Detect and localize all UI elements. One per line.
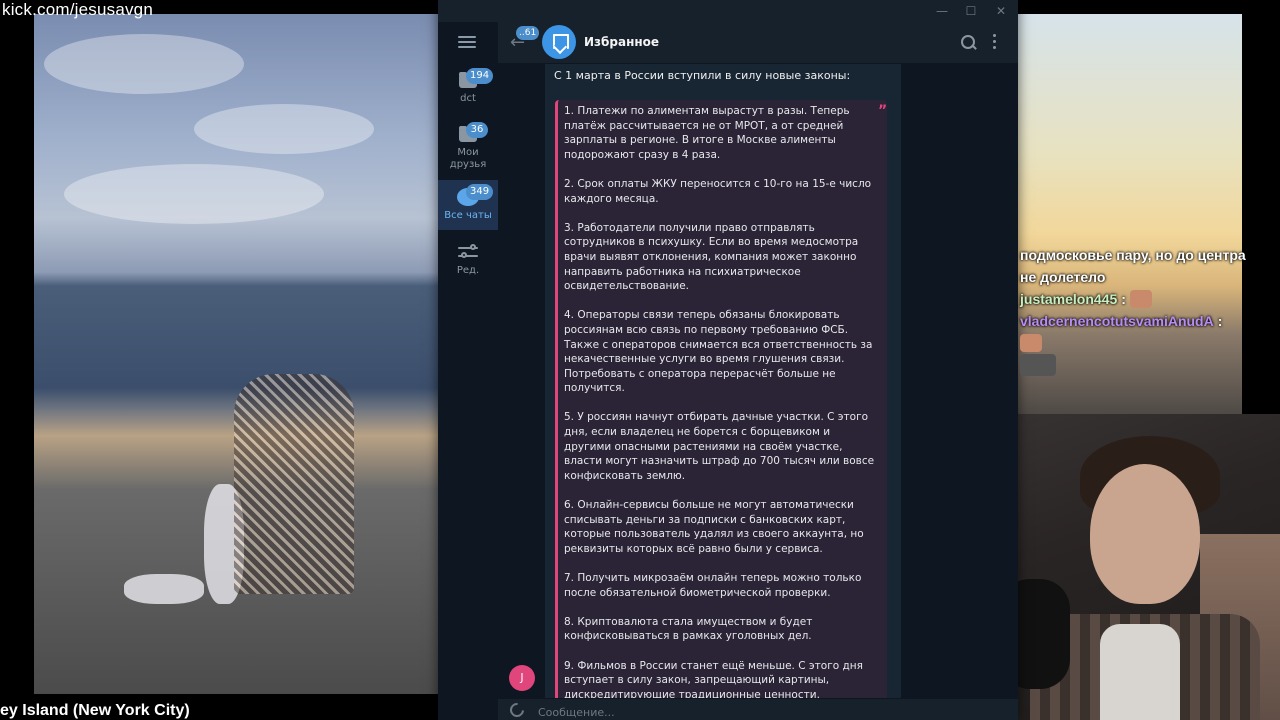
message-text: С 1 марта в России вступили в силу новые… (554, 69, 851, 82)
folder-all-chats[interactable]: 349 Все чаты (438, 180, 498, 230)
quote-icon: ” (878, 103, 888, 119)
minimize-button[interactable]: — (934, 3, 950, 19)
law-item: 4. Операторы связи теперь обязаны блокир… (564, 309, 873, 395)
message-bubble[interactable]: С 1 марта в России вступили в силу новые… (545, 64, 901, 698)
quote-text: 1. Платежи по алиментам вырастут в разы.… (564, 104, 876, 698)
law-item: 1. Платежи по алиментам вырастут в разы.… (564, 105, 850, 161)
folder-label: Все чаты (444, 210, 492, 221)
law-item: 9. Фильмов в России станет ещё меньше. С… (564, 659, 863, 698)
emote-icon (1020, 354, 1056, 376)
close-button[interactable]: ✕ (993, 3, 1009, 19)
folder-edit[interactable]: Ред. (438, 244, 498, 276)
chat-message (1020, 332, 1280, 354)
chat-message-text: не долетело (1020, 269, 1106, 285)
chat-title[interactable]: Избранное (584, 35, 659, 49)
folder-label: dct (460, 93, 476, 104)
stream-chat-overlay: подмосковье пару, но до центра не долете… (1020, 244, 1280, 376)
law-item: 2. Срок оплаты ЖКУ переносится с 10-го н… (564, 177, 872, 205)
stream-url: kick.com/jesusavgn (2, 0, 153, 19)
message-composer (498, 698, 1018, 720)
law-item: 7. Получить микрозаём онлайн теперь можн… (564, 572, 862, 599)
unread-badge: 36 (466, 122, 488, 138)
law-item: 8. Криптовалюта стала имуществом и будет… (564, 615, 813, 643)
chat-message (1020, 354, 1280, 376)
chat-message: vladcernencotutsvamiAnudA : (1020, 310, 1280, 332)
chat-username: vladcernencotutsvamiAnudA (1020, 313, 1214, 329)
folder-sidebar: 194 dct 36 Мои друзья 349 Все чаты Ред. (438, 22, 498, 720)
chat-username: justamelon445 (1020, 291, 1118, 307)
unread-badge: 349 (466, 184, 494, 200)
unread-count-badge: ..61 (516, 26, 540, 40)
paperclip-icon[interactable] (507, 700, 527, 720)
emote-icon (1020, 334, 1042, 352)
search-icon[interactable] (960, 34, 978, 52)
chat-separator: : (1121, 291, 1126, 307)
folder-dct[interactable]: 194 dct (438, 68, 498, 104)
sender-avatar[interactable]: J (509, 665, 535, 691)
folder-label: Ред. (456, 265, 480, 276)
telegram-window: — ☐ ✕ 194 dct 36 Мои друзья 349 Все чаты… (438, 0, 1018, 720)
roller-coaster (234, 374, 354, 594)
law-item: 3. Работодатели получили право отправлят… (564, 221, 859, 293)
law-item: 5. У россиян начнут отбирать дачные учас… (564, 411, 875, 482)
law-item: 6. Онлайн-сервисы больше не могут автома… (564, 499, 864, 555)
message-input[interactable] (538, 704, 898, 720)
emote-icon (1129, 290, 1152, 308)
unread-badge: 194 (466, 68, 494, 84)
folder-my-friends[interactable]: 36 Мои друзья (438, 122, 498, 171)
more-options-icon[interactable] (993, 34, 997, 50)
chat-separator: : (1217, 313, 1223, 329)
maximize-button[interactable]: ☐ (963, 3, 979, 19)
folder-label: Мои друзья (449, 147, 487, 170)
bookmark-icon[interactable] (542, 25, 576, 59)
message-list[interactable]: С 1 марта в России вступили в силу новые… (498, 64, 1018, 698)
menu-icon[interactable] (458, 36, 476, 48)
chat-message-text: подмосковье пару, но до центра (1020, 247, 1246, 263)
sliders-icon (458, 244, 478, 260)
chat-header: ← ..61 Избранное (498, 22, 1018, 64)
webcam-caption: ey Island (New York City) (0, 702, 190, 719)
quote-block: ” 1. Платежи по алиментам вырастут в раз… (555, 100, 887, 698)
title-bar: — ☐ ✕ (438, 0, 1018, 22)
chat-message: justamelon445 : (1020, 288, 1280, 310)
webcam-view (34, 14, 438, 694)
